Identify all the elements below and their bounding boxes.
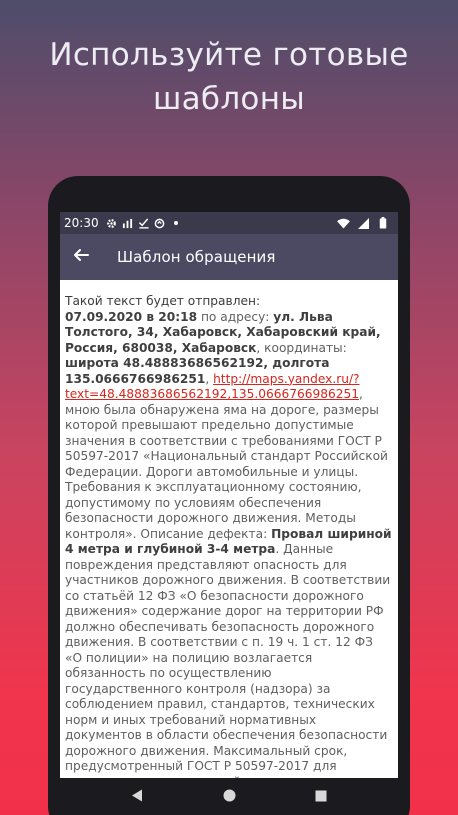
arrow-left-icon	[73, 247, 89, 267]
nav-back-button[interactable]	[127, 787, 147, 807]
status-bar: 20:30	[60, 212, 398, 234]
page-title: Шаблон обращения	[117, 248, 276, 266]
address-label: по адресу:	[197, 309, 274, 324]
check-bars-icon	[137, 216, 151, 230]
preview-intro: Такой текст будет отправлен:	[65, 294, 261, 308]
recents-square-icon	[315, 787, 327, 806]
nav-home-button[interactable]	[219, 787, 239, 807]
coords-separator: ,	[205, 371, 214, 386]
message-date-time: 07.09.2020 в 20:18	[65, 309, 198, 324]
system-nav-bar	[60, 778, 398, 815]
signal-bars-icon	[121, 216, 135, 230]
battery-icon	[376, 216, 390, 230]
home-circle-icon	[223, 787, 236, 806]
message-preview: Такой текст будет отправлен: 07.09.2020 …	[60, 280, 398, 815]
message-body: 07.09.2020 в 20:18 по адресу: ул. Льва Т…	[65, 310, 392, 815]
gear-icon	[105, 216, 119, 230]
app-bar: Шаблон обращения	[60, 234, 398, 280]
message-body-part-1: , мною была обнаружена яма на дороге, ра…	[65, 387, 388, 541]
message-body-part-2: . Данные повреждения представляют опасно…	[65, 542, 391, 815]
dot-icon	[169, 216, 183, 230]
status-time: 20:30	[64, 216, 99, 230]
nav-recents-button[interactable]	[311, 787, 331, 807]
wifi-icon	[336, 216, 350, 230]
back-triangle-icon	[131, 787, 143, 806]
back-button[interactable]	[60, 234, 102, 280]
circle-arrow-icon	[153, 216, 167, 230]
coords-label: , координаты:	[256, 340, 347, 355]
cell-signal-icon	[356, 216, 370, 230]
phone-screen: 20:30 Шаблон обращения Такой текст будет…	[60, 212, 398, 815]
promo-headline-line2: шаблоны	[152, 81, 306, 117]
promo-headline-line1: Используйте готовые	[49, 37, 409, 73]
promo-headline: Используйте готовые шаблоны	[0, 33, 458, 121]
